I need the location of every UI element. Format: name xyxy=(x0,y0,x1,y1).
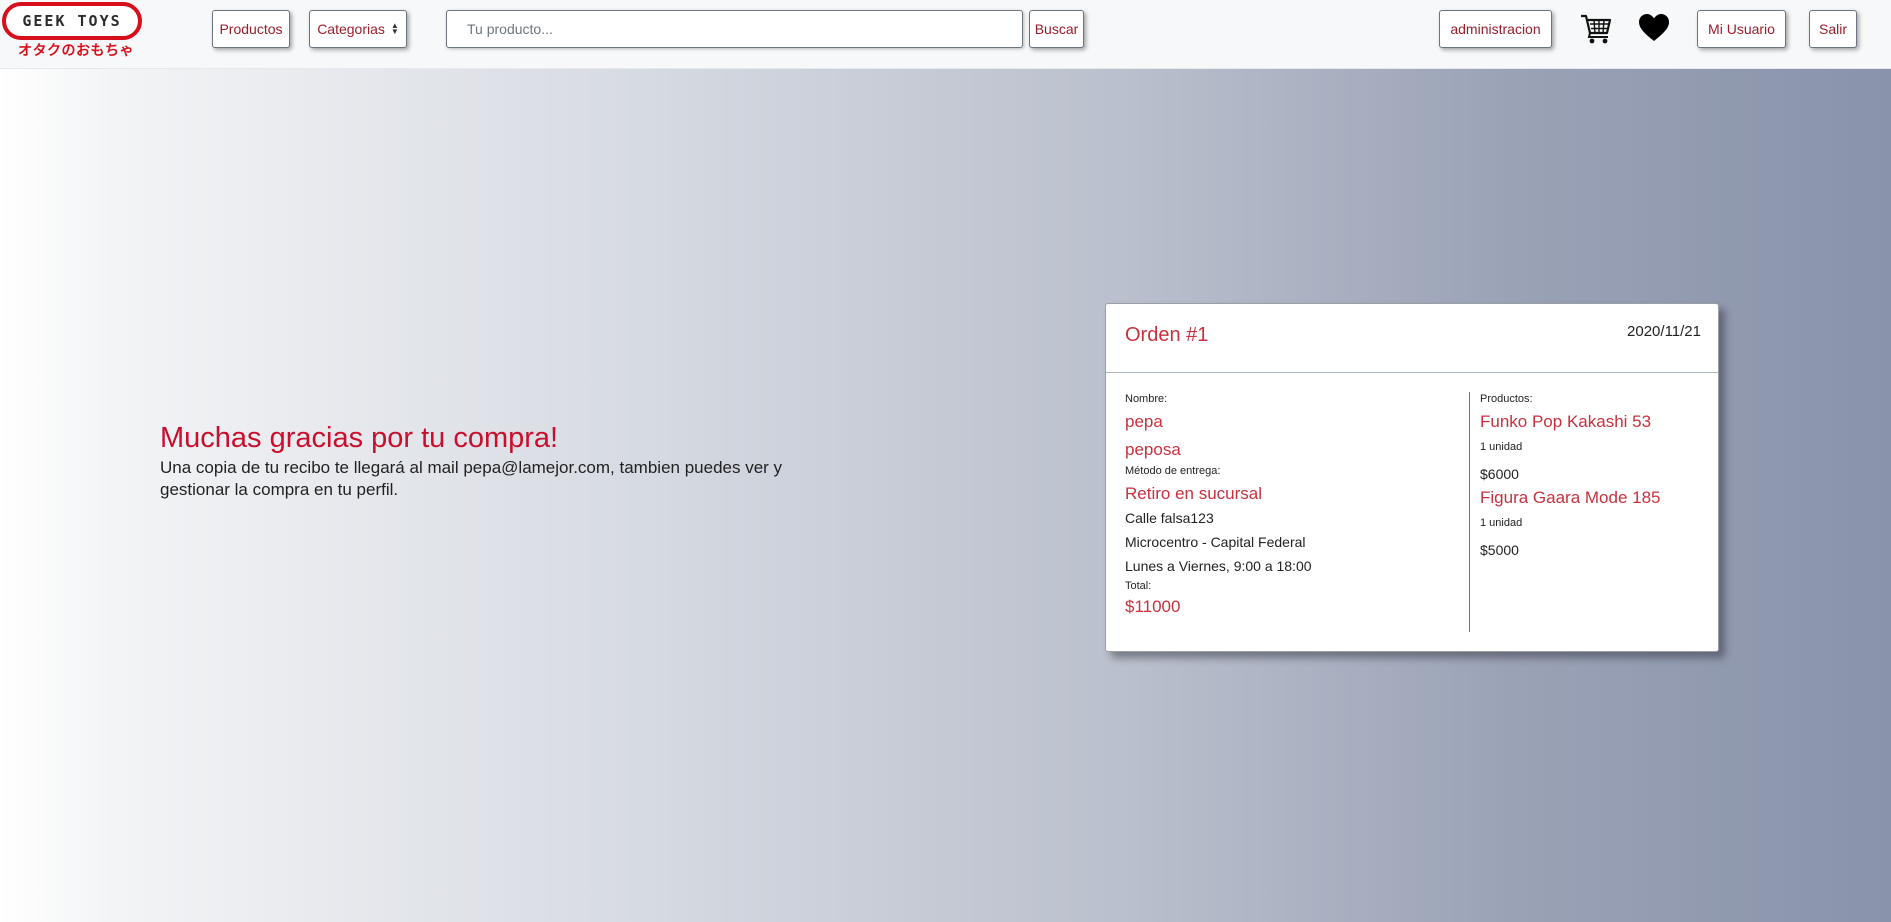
cart-icon-graphic xyxy=(1581,14,1612,44)
cart-icon[interactable] xyxy=(1578,10,1614,46)
logout-button-label: Salir xyxy=(1818,21,1847,37)
order-card-header: Orden #1 2020/11/21 xyxy=(1106,304,1718,373)
thanks-section: Muchas gracias por tu compra! Una copia … xyxy=(160,419,810,501)
product-name: Figura Gaara Mode 185 xyxy=(1480,488,1661,507)
product-price: $5000 xyxy=(1480,542,1519,558)
pickup-hours: Lunes a Viernes, 9:00 a 18:00 xyxy=(1125,558,1312,574)
heart-icon[interactable] xyxy=(1636,10,1672,46)
logo-subtitle: オタクのおもちゃ xyxy=(18,42,134,58)
delivery-method: Retiro en sucursal xyxy=(1125,484,1263,503)
search-button[interactable]: Buscar xyxy=(1029,10,1084,48)
delivery-method-label: Método de entrega: xyxy=(1125,465,1221,477)
order-date: 2020/11/21 xyxy=(1627,323,1701,340)
customer-last-name: peposa xyxy=(1125,440,1181,459)
search-input[interactable] xyxy=(446,10,1023,48)
admin-button[interactable]: administracion xyxy=(1439,10,1552,48)
admin-button-label: administracion xyxy=(1450,21,1541,37)
list-item: Funko Pop Kakashi 53 1 unidad $6000 xyxy=(1480,410,1710,484)
customer-first-name: pepa xyxy=(1125,412,1163,431)
thanks-message: Una copia de tu recibo te llegará al mai… xyxy=(160,458,783,499)
my-user-button[interactable]: Mi Usuario xyxy=(1697,10,1786,48)
product-quantity: 1 unidad xyxy=(1480,441,1523,453)
categories-dropdown[interactable]: Categorias ▲ ▼ xyxy=(309,10,407,48)
sort-caret-icon: ▲ ▼ xyxy=(390,21,399,36)
pickup-address: Calle falsa123 xyxy=(1125,510,1214,526)
total-label: Total: xyxy=(1125,580,1152,592)
order-details: Nombre: pepa peposa Método de entrega: R… xyxy=(1125,392,1455,619)
products-button-label: Productos xyxy=(219,21,283,37)
product-name: Funko Pop Kakashi 53 xyxy=(1480,412,1652,431)
logout-button[interactable]: Salir xyxy=(1809,10,1857,48)
order-card: Orden #1 2020/11/21 Nombre: pepa peposa … xyxy=(1105,303,1719,652)
product-price: $6000 xyxy=(1480,466,1519,482)
logo-badge: GEEK TOYS xyxy=(2,2,142,40)
categories-dropdown-label: Categorias xyxy=(317,21,385,37)
logo-text: GEEK TOYS xyxy=(22,12,122,30)
column-divider xyxy=(1469,392,1470,632)
order-products: Productos: Funko Pop Kakashi 53 1 unidad… xyxy=(1480,392,1710,560)
product-quantity: 1 unidad xyxy=(1480,517,1523,529)
thanks-title: Muchas gracias por tu compra! xyxy=(160,422,559,454)
products-button[interactable]: Productos xyxy=(212,10,290,48)
order-total: $11000 xyxy=(1125,597,1181,616)
name-label: Nombre: xyxy=(1125,393,1168,405)
heart-icon-graphic xyxy=(1639,14,1669,41)
order-title: Orden #1 xyxy=(1125,324,1209,346)
search-button-label: Buscar xyxy=(1034,21,1079,37)
list-item: Figura Gaara Mode 185 1 unidad $5000 xyxy=(1480,486,1710,560)
my-user-button-label: Mi Usuario xyxy=(1708,21,1775,37)
pickup-area: Microcentro - Capital Federal xyxy=(1125,534,1306,550)
logo[interactable]: GEEK TOYS オタクのおもちゃ xyxy=(2,2,144,58)
products-label: Productos: xyxy=(1480,393,1533,405)
navbar: GEEK TOYS オタクのおもちゃ Productos Categorias … xyxy=(0,0,1891,69)
